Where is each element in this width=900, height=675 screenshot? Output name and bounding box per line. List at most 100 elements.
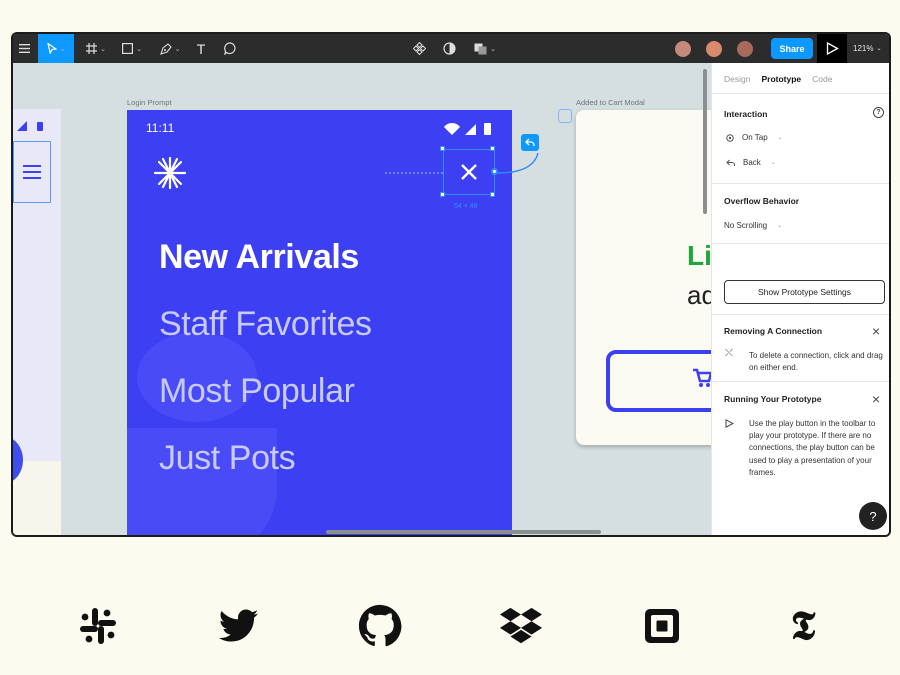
added-to-cart-frame[interactable]: Li ad [576,110,711,445]
toolbar: ⌄ ⌄ ⌄ ⌄ T ⌄ Share 121% ⌄ [13,34,889,63]
tab-design[interactable]: Design [724,74,750,84]
present-button[interactable] [817,34,847,63]
close-icon [461,164,477,180]
play-icon [725,419,734,428]
pen-icon [159,42,172,55]
close-tip-button[interactable]: × [872,324,880,338]
tip-title: Running Your Prototype [724,394,822,404]
cursor-icon [46,43,57,54]
square-icon [640,604,684,648]
connection-handle[interactable] [491,168,498,175]
tab-prototype[interactable]: Prototype [761,74,801,84]
back-arrow-icon [525,138,535,146]
rectangle-icon [122,43,134,54]
help-icon[interactable]: ? [873,107,884,118]
chevron-down-icon: ⌄ [777,223,783,229]
divider [712,314,889,315]
components-icon[interactable] [409,34,429,63]
nav-item-new-arrivals[interactable]: New Arrivals [159,238,359,277]
comment-tool-button[interactable] [219,34,241,63]
nytimes-glyph: 𝕿 [790,602,816,649]
tip-title: Removing A Connection [724,326,823,336]
selection-dimensions: 54 × 48 [454,203,478,210]
action-label: Back [743,158,761,167]
modal-text: ad [687,280,711,310]
play-icon [826,42,839,55]
divider [712,93,889,94]
zoom-label: 121% [853,44,874,53]
frame-label-cart[interactable]: Added to Cart Modal [576,98,645,107]
divider [712,243,889,244]
move-tool-button[interactable]: ⌄ [38,34,74,63]
avatar[interactable] [705,40,723,58]
left-frame[interactable] [13,109,61,535]
comment-icon [223,42,236,55]
back-action-badge[interactable] [521,134,539,151]
resize-handle[interactable] [440,192,445,197]
status-icons [17,121,43,131]
hamburger-icon [23,165,41,179]
chevron-down-icon: ⌄ [770,160,776,166]
frame-label-login[interactable]: Login Prompt [127,98,172,107]
target-icon [726,133,734,142]
figma-window: ⌄ ⌄ ⌄ ⌄ T ⌄ Share 121% ⌄ Login Prompt Ad… [11,32,891,537]
horizontal-scrollbar[interactable] [326,530,601,534]
trigger-label: On Tap [742,133,768,142]
avatar[interactable] [736,40,754,58]
vertical-scrollbar[interactable] [703,69,707,214]
left-frame-lower [13,461,61,535]
pen-tool-button[interactable]: ⌄ [155,34,185,63]
zoom-dropdown[interactable]: 121% ⌄ [853,34,882,63]
action-dropdown[interactable]: Back ⌄ [726,158,776,167]
overflow-value: No Scrolling [724,221,768,230]
nytimes-icon: 𝕿 [781,604,825,648]
nav-item-most-popular[interactable]: Most Popular [159,372,355,411]
show-prototype-settings-button[interactable]: Show Prototype Settings [724,280,885,304]
share-button[interactable]: Share [771,38,813,59]
frame-icon [86,43,98,54]
help-button[interactable]: ? [859,502,887,530]
slack-icon [76,604,120,648]
chevron-down-icon: ⌄ [876,46,882,52]
interaction-title: Interaction [724,109,768,119]
modal-heading: Li [687,240,711,271]
divider [712,381,889,382]
twitter-icon [217,604,261,648]
frame-start-icon[interactable] [558,109,572,123]
resize-handle[interactable] [440,146,445,151]
canvas[interactable]: Login Prompt Added to Cart Modal 11:11 N… [13,63,711,535]
frame-tool-button[interactable]: ⌄ [81,34,111,63]
brand-logo-icon [153,156,187,190]
resize-handle[interactable] [490,192,495,197]
close-tip-button[interactable]: × [872,392,880,406]
partner-logos: 𝕿 [0,604,900,654]
resize-handle[interactable] [490,146,495,151]
properties-panel: Design Prototype Code Interaction ? On T… [711,63,889,535]
hamburger-icon[interactable] [13,34,35,63]
text-tool-button[interactable]: T [191,34,211,63]
cart-icon [693,368,711,387]
avatar[interactable] [674,40,692,58]
dropbox-icon [499,604,543,648]
menu-button[interactable] [13,141,51,203]
github-icon [358,604,402,648]
panel-tabs: Design Prototype Code [724,74,832,84]
trigger-dropdown[interactable]: On Tap ⌄ [726,133,783,142]
back-arrow-icon [726,159,735,166]
chevron-down-icon: ⌄ [777,135,783,141]
text-icon: T [196,40,206,57]
overflow-title: Overflow Behavior [724,196,800,206]
close-button-selected[interactable] [443,149,495,195]
tab-code[interactable]: Code [812,74,832,84]
boolean-ops-button[interactable]: ⌄ [469,34,501,63]
nav-item-just-pots[interactable]: Just Pots [159,439,296,478]
boolean-icon [474,43,487,54]
status-time: 11:11 [146,121,175,135]
shape-tool-button[interactable]: ⌄ [117,34,147,63]
divider [712,183,889,184]
tip-text: Use the play button in the toolbar to pl… [749,419,876,477]
nav-item-staff-favorites[interactable]: Staff Favorites [159,305,372,344]
tip-text: To delete a connection, click and drag o… [749,351,883,373]
mask-icon[interactable] [439,34,459,63]
overflow-dropdown[interactable]: No Scrolling ⌄ [724,221,782,230]
